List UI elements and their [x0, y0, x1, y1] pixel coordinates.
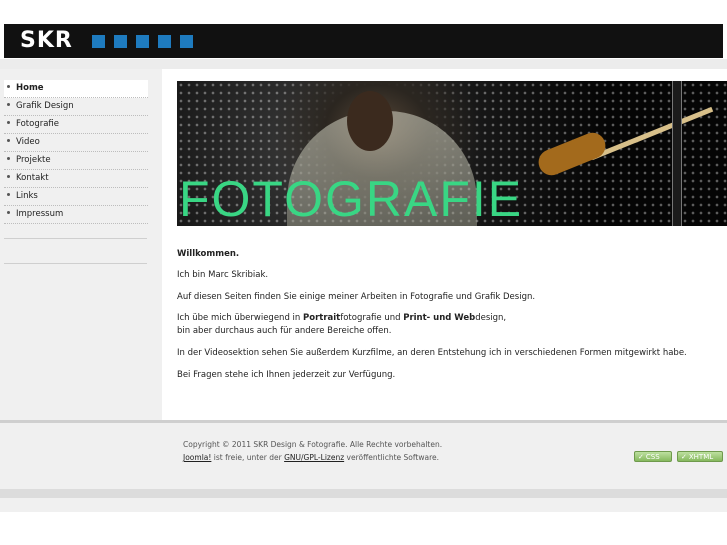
main-menu: Home Grafik Design Fotografie Video Proj…	[4, 80, 148, 224]
css-valid-badge[interactable]: ✓ CSS	[634, 451, 672, 462]
banner-title: FOTOGRAFIE	[179, 171, 524, 226]
bullet-icon	[7, 175, 10, 178]
bullet-icon	[7, 211, 10, 214]
menu-item-label: Kontakt	[16, 173, 49, 183]
p2-bold-portrait: Portrait	[303, 313, 341, 323]
logo-square-1	[92, 35, 105, 48]
menu-item-label: Fotografie	[16, 119, 60, 129]
intro-text: Ich bin Marc Skribiak.	[177, 270, 269, 280]
sidebar-divider	[4, 238, 147, 239]
site-header: SKR	[4, 24, 723, 58]
license-text: Joomla! ist freie, unter der GNU/GPL-Liz…	[183, 452, 439, 464]
badge-label: XHTML	[688, 453, 714, 461]
logo-square-5	[180, 35, 193, 48]
bullet-icon	[7, 157, 10, 160]
menu-item-home[interactable]: Home	[4, 80, 148, 98]
license-mid-text: ist freie, unter der	[211, 453, 285, 462]
license-end-text: veröffentlichte Software.	[344, 453, 439, 462]
menu-item-links[interactable]: Links	[4, 188, 148, 206]
logo-square-4	[158, 35, 171, 48]
p2-text-a: Ich übe mich überwiegend in	[177, 313, 303, 323]
bullet-icon	[7, 121, 10, 124]
checkmark-icon: ✓	[681, 453, 687, 461]
site-logo[interactable]: SKR	[20, 30, 73, 52]
menu-item-label: Links	[16, 191, 38, 201]
menu-item-fotografie[interactable]: Fotografie	[4, 116, 148, 134]
footer-bottom-strip	[0, 498, 727, 512]
hero-banner: FOTOGRAFIE	[177, 81, 727, 226]
joomla-link[interactable]: Joomla!	[183, 453, 211, 462]
menu-item-grafik-design[interactable]: Grafik Design	[4, 98, 148, 116]
menu-item-label: Video	[16, 137, 40, 147]
bullet-icon	[7, 139, 10, 142]
logo-square-2	[114, 35, 127, 48]
menu-item-projekte[interactable]: Projekte	[4, 152, 148, 170]
menu-item-kontakt[interactable]: Kontakt	[4, 170, 148, 188]
menu-item-label: Impressum	[16, 209, 64, 219]
menu-item-label: Projekte	[16, 155, 51, 165]
xhtml-valid-badge[interactable]: ✓ XHTML	[677, 451, 723, 462]
copyright-text: Copyright © 2011 SKR Design & Fotografie…	[183, 440, 443, 449]
paragraph-4: Bei Fragen stehe ich Ihnen jederzeit zur…	[177, 370, 396, 380]
checkmark-icon: ✓	[638, 453, 644, 461]
bullet-icon	[7, 103, 10, 106]
menu-item-label: Home	[16, 83, 44, 93]
welcome-heading: Willkommen.	[177, 248, 239, 260]
paragraph-3: In der Videosektion sehen Sie außerdem K…	[177, 348, 687, 358]
footer-bottom-band	[0, 489, 727, 498]
sidebar-divider	[4, 263, 147, 264]
p2-text-c: fotografie und	[340, 313, 404, 323]
paragraph-1: Auf diesen Seiten finden Sie einige mein…	[177, 292, 536, 302]
paragraph-2: Ich übe mich überwiegend in Portraitfoto…	[177, 312, 506, 324]
logo-square-3	[136, 35, 149, 48]
welcome-text: Willkommen.	[177, 249, 240, 259]
paragraph-2-line-2: bin aber durchaus auch für andere Bereic…	[177, 326, 392, 336]
badge-label: CSS	[645, 453, 660, 461]
gpl-license-link[interactable]: GNU/GPL-Lizenz	[284, 453, 344, 462]
menu-item-impressum[interactable]: Impressum	[4, 206, 148, 224]
menu-item-video[interactable]: Video	[4, 134, 148, 152]
p2-bold-print-web: Print- und Web	[403, 313, 476, 323]
p2-text-e: design,	[475, 313, 507, 323]
header-subbar	[0, 59, 727, 69]
banner-photo-face	[347, 91, 393, 151]
bullet-icon	[7, 85, 10, 88]
menu-item-label: Grafik Design	[16, 101, 74, 111]
banner-double-bass	[672, 81, 682, 226]
bullet-icon	[7, 193, 10, 196]
